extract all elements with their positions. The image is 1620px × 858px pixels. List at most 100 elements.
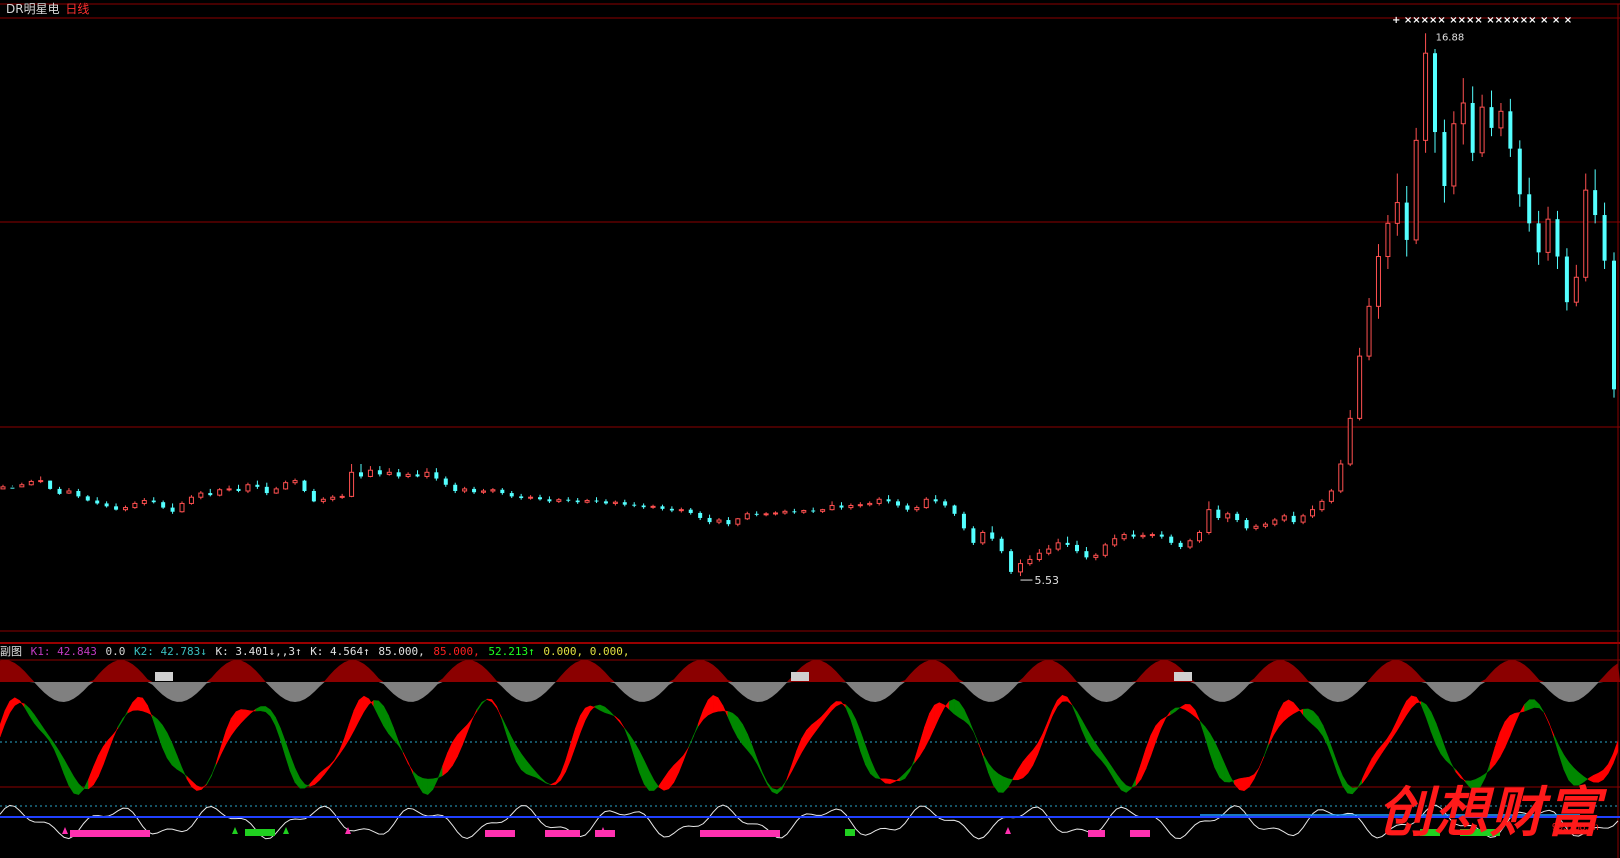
oscillator-band [663, 770, 670, 791]
oscillator-band [230, 710, 237, 737]
oscillator-band [398, 740, 404, 754]
oscillator-band [953, 698, 960, 718]
candle-body [1075, 544, 1079, 552]
candle-body [320, 498, 326, 502]
oscillator-band [1239, 777, 1245, 792]
oscillator-band [1430, 711, 1437, 745]
candle-body [462, 488, 468, 492]
oscillator-band [889, 778, 896, 785]
oscillator-band [255, 706, 261, 712]
indicator-item-7: 52.213↑ [488, 645, 535, 658]
oscillator-band [1440, 736, 1447, 762]
oscillator-band [73, 775, 79, 795]
candle-body [829, 505, 835, 511]
oscillator-band [1194, 709, 1201, 722]
oscillator-band [604, 706, 611, 715]
oscillator-band [48, 735, 55, 751]
candle-body [820, 509, 826, 512]
candle-body [641, 505, 646, 508]
stock-name: DR明星电 [6, 2, 60, 16]
oscillator-band [1027, 749, 1034, 775]
oscillator-band [1514, 712, 1520, 725]
oscillator-band [771, 788, 778, 795]
oscillator-band [432, 777, 438, 790]
candle-body [1187, 540, 1193, 548]
period-label: 日线 [65, 2, 90, 16]
oscillator-band [491, 698, 497, 709]
candle-body [1433, 53, 1437, 133]
candle-body [273, 488, 279, 494]
candle-body [28, 480, 34, 486]
candle-body [528, 496, 534, 499]
oscillator-band [1062, 694, 1068, 702]
oscillator-band [727, 710, 734, 729]
candle-body [688, 509, 693, 513]
indicator-panel-legend: 副图 K1: 42.843 0.0 K2: 42.783↓ K: 3.401↓,… [0, 644, 631, 660]
oscillator-band [924, 713, 930, 749]
oscillator-band [1096, 744, 1102, 762]
candle-body [1149, 534, 1155, 537]
oscillator-band [1347, 783, 1353, 795]
indicator-item-2: K2: 42.783↓ [133, 645, 207, 658]
oscillator-band [1558, 745, 1565, 770]
candle-body [330, 496, 336, 500]
candle-body [104, 503, 109, 507]
oscillator-band [157, 718, 163, 748]
watermark-logo: 创想财富 [1378, 780, 1602, 844]
oscillator-band [34, 714, 40, 731]
oscillator-band [496, 706, 502, 719]
top-signal-marks: + ××××× ×××× ×××××× × × × [1392, 15, 1572, 26]
oscillator-band [786, 764, 793, 782]
oscillator-band [1204, 725, 1211, 754]
candle-body [38, 480, 44, 483]
indicator-name[interactable]: 副图 [0, 645, 22, 658]
oscillator-band [437, 765, 443, 780]
oscillator-band [265, 705, 271, 717]
oscillator-band [1116, 772, 1122, 791]
oscillator-band [1253, 767, 1260, 780]
candle-body [1612, 260, 1616, 390]
oscillator-band [894, 777, 901, 783]
oscillator-band [1529, 699, 1535, 710]
oscillator-band [643, 760, 650, 792]
oscillator-band [250, 708, 256, 714]
oscillator-band [339, 738, 345, 756]
candle-body [359, 472, 363, 477]
oscillator-band [1494, 732, 1501, 766]
chart-canvas[interactable]: 16.88 5.53 + ××××× ×××× ×××××× × × × [0, 0, 1620, 858]
candle-body [914, 507, 920, 511]
oscillator-band [1175, 706, 1181, 712]
candle-body [1281, 515, 1287, 521]
oscillator-band [162, 723, 168, 759]
candle-body [1235, 513, 1240, 521]
oscillator-band [1602, 763, 1609, 781]
candle-body [547, 499, 552, 502]
magenta-signal-bar [1088, 830, 1105, 837]
oscillator-band [378, 700, 384, 727]
oscillator-band [698, 709, 704, 727]
oscillator-band [1411, 695, 1417, 709]
candle-body [161, 502, 166, 508]
oscillator-band [1534, 699, 1540, 709]
oscillator-band [388, 715, 394, 741]
candle-body [245, 484, 251, 492]
oscillator-band [1022, 754, 1029, 779]
oscillator-band [570, 728, 576, 761]
candle-body [519, 496, 524, 499]
candle-body [622, 502, 627, 505]
candle-body [660, 506, 665, 509]
oscillator-band [393, 727, 399, 746]
indicator-item-4: K: 4.564↑ [310, 645, 370, 658]
candle-body [886, 499, 891, 502]
candle-body [1036, 552, 1042, 560]
magenta-signal-bar [1130, 830, 1150, 837]
candle-body [896, 501, 900, 506]
candle-body [114, 506, 119, 510]
candle-body [952, 505, 957, 514]
oscillator-band [1135, 764, 1142, 787]
oscillator-band [117, 717, 124, 730]
oscillator-band [717, 696, 724, 712]
green-signal-bar [845, 829, 855, 836]
candle-body [1093, 554, 1099, 558]
oscillator-band [1057, 694, 1063, 708]
